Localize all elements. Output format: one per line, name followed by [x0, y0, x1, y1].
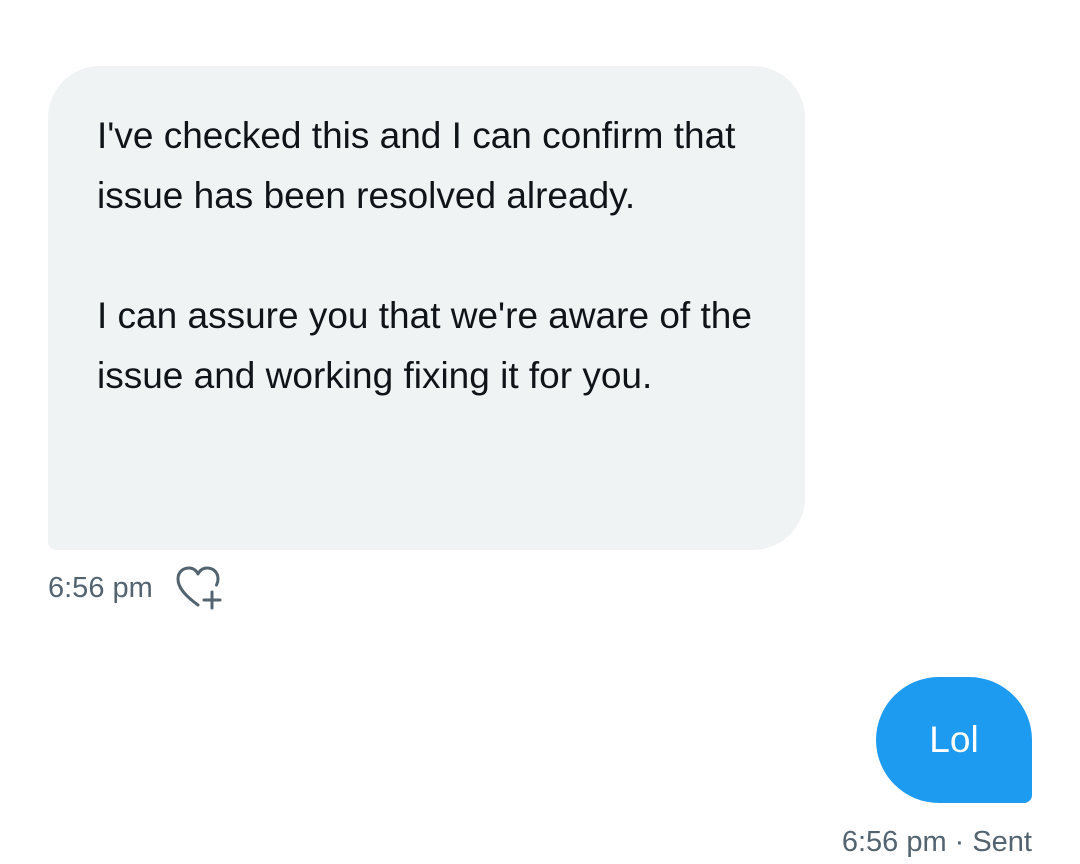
- conversation-thread: I've checked this and I can confirm that…: [0, 0, 1080, 862]
- message-timestamp: 6:56 pm: [841, 825, 947, 858]
- sent-message-text: Lol: [929, 719, 979, 760]
- sent-message-meta: 6:56 pm · Sent: [842, 820, 1032, 864]
- add-reaction-button[interactable]: [171, 563, 227, 613]
- heart-plus-icon: [176, 566, 222, 610]
- message-paragraph: I've checked this and I can confirm that…: [97, 115, 736, 216]
- sent-message-bubble[interactable]: Lol: [876, 677, 1032, 803]
- message-paragraph: I can assure you that we're aware of the…: [97, 295, 752, 396]
- received-message-bubble[interactable]: I've checked this and I can confirm that…: [48, 66, 805, 550]
- delivery-status: Sent: [972, 825, 1032, 858]
- received-message-meta: 6:56 pm: [48, 566, 227, 610]
- message-timestamp: 6:56 pm: [48, 571, 153, 604]
- meta-separator: ·: [954, 825, 965, 858]
